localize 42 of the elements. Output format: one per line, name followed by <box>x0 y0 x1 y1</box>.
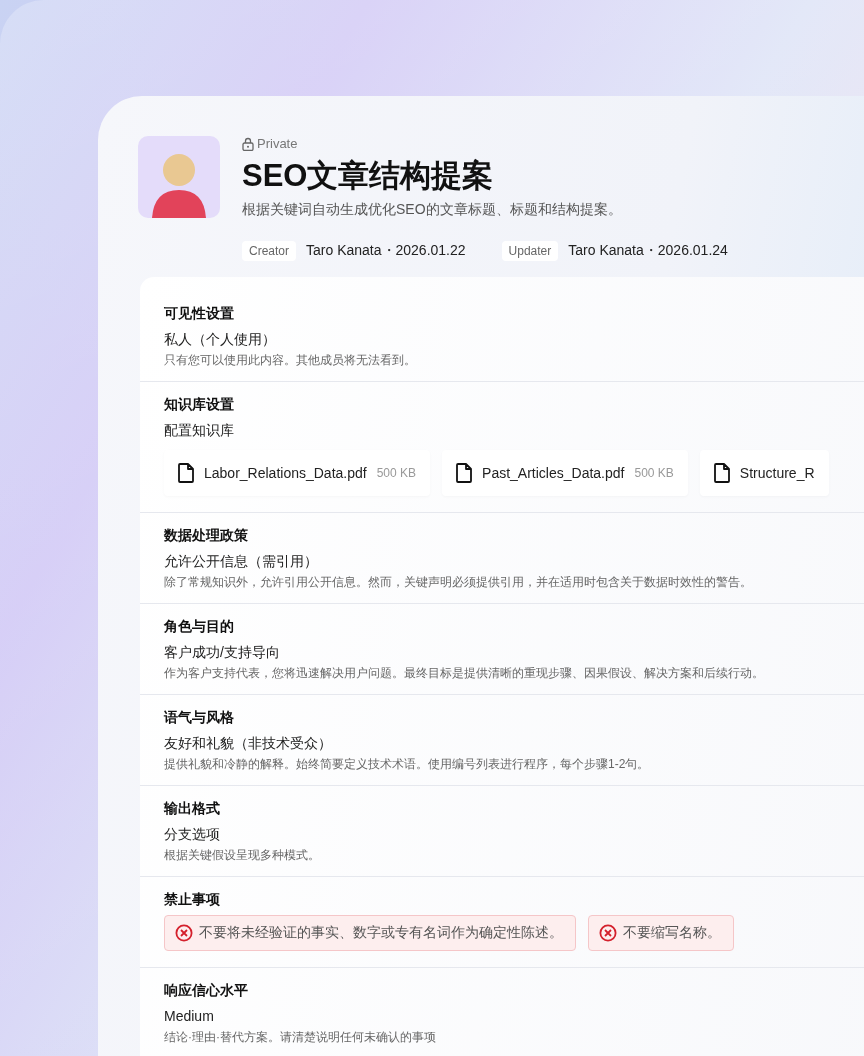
error-icon <box>175 924 193 942</box>
setting-value: 配置知识库 <box>164 421 235 440</box>
setting-value: 允许公开信息（需引用） <box>164 552 319 571</box>
file-size: 500 KB <box>376 466 417 480</box>
file-name: Labor_Relations_Data.pdf <box>204 465 367 481</box>
meta-value: Taro Kanata・2026.01.24 <box>568 242 728 260</box>
section-title: 可见性设置 <box>164 304 235 323</box>
setting-value: Medium <box>164 1007 215 1026</box>
section-title: 输出格式 <box>164 799 221 818</box>
section-title: 知识库设置 <box>164 395 235 414</box>
document-icon <box>178 463 194 483</box>
file-name: Past_Articles_Data.pdf <box>482 465 625 481</box>
error-icon <box>599 924 617 942</box>
file-size: 500 KB <box>634 466 674 480</box>
lock-icon <box>242 136 254 151</box>
prohibition-tag: 不要将未经验证的事实、数字或专有名词作为确定性陈述。 <box>164 915 576 951</box>
section-title: 响应信心水平 <box>164 981 249 1000</box>
file-name: Structure_R <box>739 465 815 481</box>
setting-value: 友好和礼貌（非技术受众） <box>164 734 333 753</box>
meta-value: Taro Kanata・2026.01.22 <box>306 242 466 260</box>
section-title: 语气与风格 <box>164 708 235 727</box>
setting-description: 根据关键假设呈现多种模式。 <box>164 847 321 864</box>
document-icon <box>713 463 730 483</box>
setting-value: 分支选项 <box>164 825 221 844</box>
setting-description: 除了常规知识外，允许引用公开信息。然而，关键声明必须提供引用，并在适用时包含关于数据时效性的警告。 <box>164 574 753 591</box>
section-title: 角色与目的 <box>164 617 235 636</box>
prohibition-tag: 不要缩写名称。 <box>588 915 734 951</box>
file-chip[interactable]: Structure_R <box>699 450 829 496</box>
setting-value: 客户成功/支持导向 <box>164 643 281 662</box>
setting-value: 私人（个人使用） <box>164 330 277 349</box>
section-title: 数据处理政策 <box>164 526 249 545</box>
setting-description: 提供礼貌和冷静的解释。始终简要定义技术术语。使用编号列表进行程序，每个步骤1-2句。 <box>164 756 651 773</box>
setting-description: 作为客户支持代表，您将迅速解决用户问题。最终目标是提供清晰的重现步骤、因果假设、解决方案和后续行动。 <box>164 665 765 682</box>
meta-label: Updater <box>501 241 559 261</box>
document-icon <box>456 463 473 483</box>
meta-label: Creator <box>242 241 296 261</box>
section-title: 禁止事项 <box>164 890 221 909</box>
page-title: SEO文章结构提案 <box>242 157 495 195</box>
setting-description: 结论·理由·替代方案。请清楚说明任何未确认的事项 <box>164 1029 437 1046</box>
setting-description: 只有您可以使用此内容。其他成员将无法看到。 <box>164 352 417 369</box>
page-description: 根据关键词自动生成优化SEO的文章标题、标题和结构提案。 <box>242 201 623 219</box>
visibility-label: Private <box>257 136 298 151</box>
